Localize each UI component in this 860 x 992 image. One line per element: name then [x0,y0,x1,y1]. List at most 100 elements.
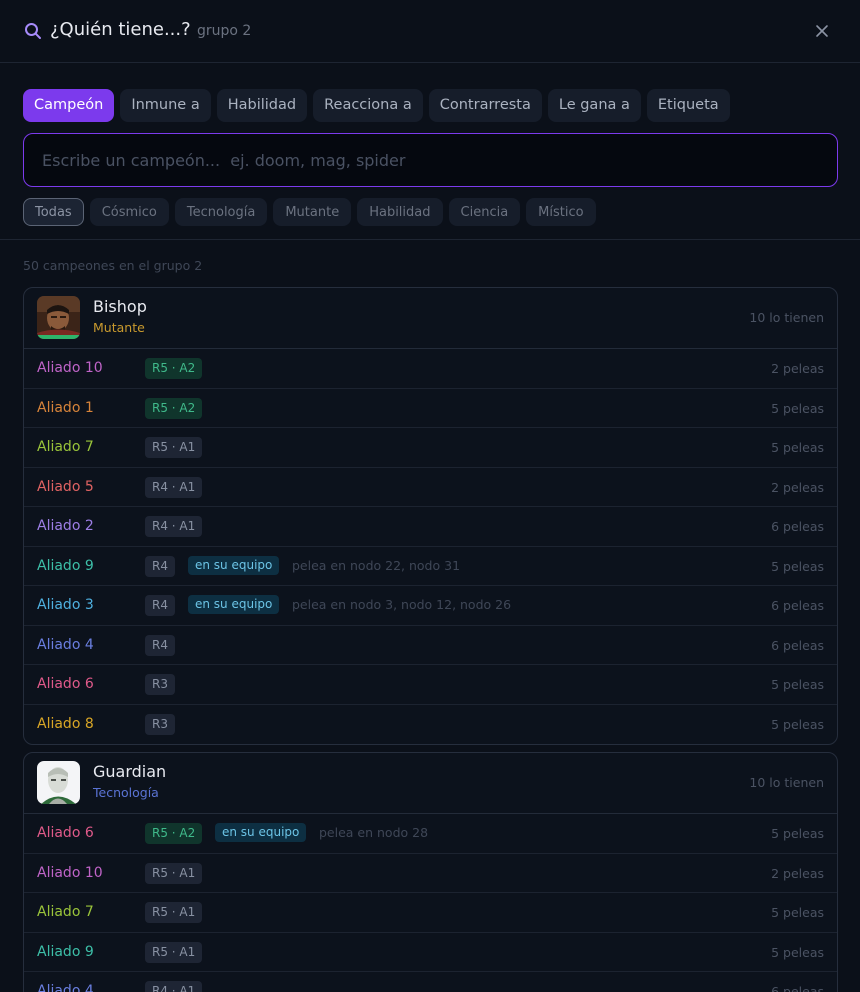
result-count: 50 campeones en el grupo 2 [23,258,203,273]
champion-card-guardian: Guardian Tecnología 10 lo tienen Aliado … [23,752,838,992]
champion-portrait-guardian [37,761,80,804]
divider [0,239,860,240]
ally-name: Aliado 9 [37,557,94,574]
fight-count: 5 peleas [771,905,824,920]
fight-count: 5 peleas [771,677,824,692]
filter-tecnologia[interactable]: Tecnología [174,198,268,226]
fight-count: 2 peleas [771,361,824,376]
fight-count: 6 peleas [771,598,824,613]
tab-contrarresta[interactable]: Contrarresta [428,89,542,122]
ally-row[interactable]: Aliado 9 R4 en su equipo pelea en nodo 22, … [24,547,837,586]
ally-name: Aliado 2 [37,518,94,534]
ally-name: Aliado 7 [37,439,94,455]
rank-badge: R4 · A1 [145,476,203,498]
tab-habilidad[interactable]: Habilidad [216,89,308,122]
champion-search-input[interactable] [24,134,837,186]
ally-name: Aliado 9 [37,943,94,960]
filter-ciencia[interactable]: Ciencia [448,198,521,226]
team-badge: en su equipo [188,555,280,575]
fight-count: 5 peleas [771,944,824,960]
champion-card-bishop: Bishop Mutante 10 lo tienen Aliado 10 R5 … [23,287,838,745]
rank-badge: R4 · A1 [145,981,203,992]
search-header: ¿Quién tiene...? grupo 2 [0,0,860,63]
ally-name: Aliado 5 [37,478,94,495]
dialog-title: ¿Quién tiene...? [50,19,191,40]
search-icon [25,23,41,39]
rank-badge: R4 [145,634,175,656]
tab-reacciona-a[interactable]: Reacciona a [313,89,423,122]
owner-count: 10 lo tienen [749,310,824,325]
ally-row[interactable]: Aliado 10 R5 · A2 2 peleas [24,349,837,389]
tab-etiqueta[interactable]: Etiqueta [646,89,730,122]
node-info: pelea en nodo 28 [319,825,429,840]
group-label: grupo 2 [197,23,252,39]
ally-row[interactable]: Aliado 4 R4 6 peleas [24,626,837,665]
rank-badge: R4 · A1 [145,516,203,537]
filter-cosmico[interactable]: Cósmico [89,198,169,226]
fight-count: 5 peleas [771,440,824,455]
node-info: pelea en nodo 22, nodo 31 [292,557,461,573]
ally-name: Aliado 3 [37,597,94,613]
ally-row[interactable]: Aliado 1 R5 · A2 5 peleas [24,389,837,428]
ally-row[interactable]: Aliado 3 R4 en su equipo pelea en nodo 3, n… [24,586,837,626]
rank-badge: R5 · A2 [145,823,203,844]
rank-badge: R3 [145,674,175,695]
fight-count: 5 peleas [771,716,824,732]
champion-header[interactable]: Guardian Tecnología 10 lo tienen [24,753,837,814]
tab-le-gana-a[interactable]: Le gana a [547,89,641,122]
ally-row[interactable]: Aliado 4 R4 · A1 6 peleas [24,972,837,992]
close-icon[interactable] [814,23,830,39]
tab-campeon[interactable]: Campeón [23,89,115,122]
ally-name: Aliado 1 [37,399,94,416]
team-badge: en su equipo [188,595,280,614]
ally-row[interactable]: Aliado 7 R5 · A1 5 peleas [24,428,837,468]
champion-name: Bishop [93,297,147,316]
ally-row[interactable]: Aliado 2 R4 · A1 6 peleas [24,507,837,547]
fight-count: 5 peleas [771,826,824,841]
ally-row[interactable]: Aliado 6 R3 5 peleas [24,665,837,705]
ally-name: Aliado 10 [37,864,103,881]
ally-name: Aliado 6 [37,825,94,841]
filter-mutante[interactable]: Mutante [273,198,352,226]
ally-name: Aliado 6 [37,676,94,692]
filter-todas[interactable]: Todas [23,198,84,226]
ally-row[interactable]: Aliado 7 R5 · A1 5 peleas [24,893,837,933]
fight-count: 6 peleas [771,637,824,653]
rank-badge: R5 · A1 [145,437,203,458]
ally-row[interactable]: Aliado 6 R5 · A2 en su equipo pelea en nodo… [24,814,837,854]
class-filters: Todas Cósmico Tecnología Mutante Habilid… [23,198,596,226]
rank-badge: R5 · A1 [145,941,203,963]
ally-name: Aliado 4 [37,636,94,653]
fight-count: 5 peleas [771,400,824,416]
tab-inmune-a[interactable]: Inmune a [120,89,211,122]
champion-header[interactable]: Bishop Mutante 10 lo tienen [24,288,837,349]
ally-row[interactable]: Aliado 5 R4 · A1 2 peleas [24,468,837,507]
ally-name: Aliado 4 [37,983,94,992]
rank-badge: R5 · A2 [145,358,203,379]
rank-badge: R5 · A1 [145,902,203,923]
ally-name: Aliado 7 [37,904,94,920]
filter-mistico[interactable]: Místico [526,198,596,226]
ally-row[interactable]: Aliado 8 R3 5 peleas [24,705,837,745]
champion-search-box [23,133,838,187]
rank-badge: R4 [145,555,175,577]
team-badge: en su equipo [215,823,307,842]
ally-name: Aliado 8 [37,715,94,732]
filter-habilidad[interactable]: Habilidad [357,198,443,226]
champion-portrait-bishop [37,296,80,339]
owner-count: 10 lo tienen [749,775,824,790]
rank-badge: R3 [145,713,175,735]
fight-count: 5 peleas [771,558,824,574]
champion-class: Tecnología [93,785,159,800]
fight-count: 6 peleas [771,984,824,992]
fight-count: 2 peleas [771,865,824,881]
ally-row[interactable]: Aliado 10 R5 · A1 2 peleas [24,854,837,893]
ally-name: Aliado 10 [37,360,103,376]
rank-badge: R4 [145,595,175,616]
ally-row[interactable]: Aliado 9 R5 · A1 5 peleas [24,933,837,972]
rank-badge: R5 · A1 [145,862,203,884]
mode-tabs: Campeón Inmune a Habilidad Reacciona a C… [23,89,730,122]
fight-count: 6 peleas [771,519,824,534]
rank-badge: R5 · A2 [145,397,203,419]
fight-count: 2 peleas [771,479,824,495]
